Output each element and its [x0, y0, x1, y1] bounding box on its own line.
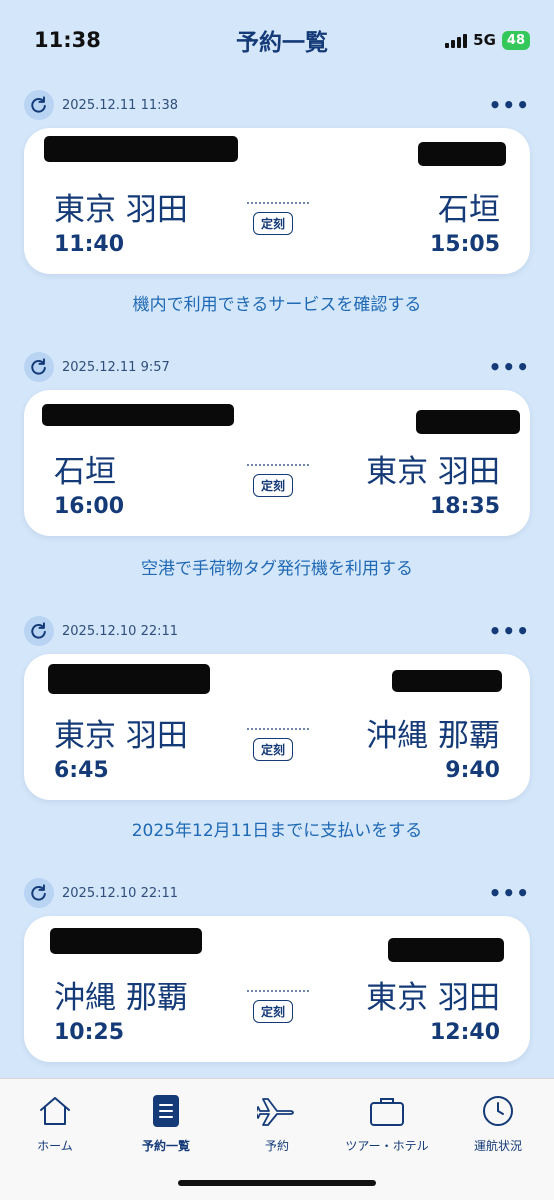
- arrival-city: 石垣: [438, 192, 500, 228]
- tab-label: 運航状況: [473, 1139, 522, 1153]
- reservation-timestamp: 2025.12.11 11:38: [62, 97, 179, 113]
- home-icon: [0, 1091, 110, 1131]
- status-indicators: 5G 48: [410, 30, 530, 50]
- status-badge: 定刻: [253, 738, 294, 761]
- redacted-block: [48, 664, 210, 694]
- reservation-header: 2025.12.10 22:11 •••: [24, 614, 530, 648]
- page-title: 予約一覧: [236, 30, 328, 56]
- route-divider: [247, 202, 309, 204]
- more-options-icon[interactable]: •••: [489, 93, 530, 117]
- route-divider: [247, 728, 309, 730]
- flight-card[interactable]: 東京 羽田 定刻 沖縄 那覇 6:45 9:40: [24, 654, 530, 800]
- action-link[interactable]: 空港で手荷物タグ発行機を利用する: [0, 554, 554, 579]
- signal-icon: [445, 32, 468, 48]
- redacted-block: [44, 136, 238, 162]
- departure-city: 東京 羽田: [54, 192, 188, 228]
- refresh-icon[interactable]: [24, 878, 54, 908]
- departure-city: 石垣: [54, 454, 116, 490]
- more-options-icon[interactable]: •••: [489, 619, 530, 643]
- network-type: 5G: [473, 31, 496, 49]
- reservation-timestamp: 2025.12.11 9:57: [62, 359, 170, 375]
- reservation-header: 2025.12.11 9:57 •••: [24, 350, 530, 384]
- refresh-icon[interactable]: [24, 352, 54, 382]
- action-link[interactable]: 2025年12月11日までに支払いをする: [0, 816, 554, 841]
- refresh-icon[interactable]: [24, 616, 54, 646]
- tab-flight-status[interactable]: 運航状況: [443, 1091, 553, 1154]
- battery-icon: 48: [501, 30, 530, 50]
- arrival-city: 沖縄 那覇: [366, 718, 500, 754]
- redacted-block: [392, 670, 502, 692]
- tab-tour-hotel[interactable]: ツアー・ホテル: [332, 1091, 442, 1154]
- redacted-block: [388, 938, 504, 962]
- departure-time: 16:00: [54, 494, 125, 519]
- departure-time: 6:45: [54, 758, 109, 783]
- redacted-block: [42, 404, 234, 426]
- arrival-city: 東京 羽田: [366, 980, 500, 1016]
- departure-time: 11:40: [54, 232, 125, 257]
- departure-time: 10:25: [54, 1020, 125, 1045]
- tab-label: ホーム: [37, 1139, 73, 1153]
- flight-card[interactable]: 東京 羽田 定刻 石垣 11:40 15:05: [24, 128, 530, 274]
- airplane-icon: [222, 1091, 332, 1131]
- reservation-timestamp: 2025.12.10 22:11: [62, 885, 179, 901]
- suitcase-icon: [332, 1091, 442, 1131]
- redacted-block: [416, 410, 520, 434]
- refresh-icon[interactable]: [24, 90, 54, 120]
- tab-label: 予約: [264, 1139, 289, 1153]
- list-icon: [111, 1091, 221, 1131]
- route-divider: [247, 464, 309, 466]
- status-time: 11:38: [34, 28, 101, 52]
- status-badge: 定刻: [253, 212, 294, 235]
- arrival-city: 東京 羽田: [366, 454, 500, 490]
- reservation-timestamp: 2025.12.10 22:11: [62, 623, 179, 639]
- arrival-time: 9:40: [445, 758, 500, 783]
- departure-city: 沖縄 那覇: [54, 980, 188, 1016]
- status-badge: 定刻: [253, 474, 294, 497]
- tab-label: ツアー・ホテル: [345, 1139, 429, 1153]
- redacted-block: [50, 928, 202, 954]
- more-options-icon[interactable]: •••: [489, 355, 530, 379]
- arrival-time: 15:05: [429, 232, 500, 257]
- flight-card[interactable]: 沖縄 那覇 定刻 東京 羽田 10:25 12:40: [24, 916, 530, 1062]
- route-divider: [247, 990, 309, 992]
- status-bar: 11:38 予約一覧 5G 48: [0, 0, 554, 80]
- arrival-time: 12:40: [429, 1020, 500, 1045]
- tab-label: 予約一覧: [141, 1139, 190, 1153]
- tab-book[interactable]: 予約: [222, 1091, 332, 1154]
- arrival-time: 18:35: [429, 494, 500, 519]
- status-badge: 定刻: [253, 1000, 294, 1023]
- redacted-block: [418, 142, 506, 166]
- more-options-icon[interactable]: •••: [489, 881, 530, 905]
- reservation-header: 2025.12.11 11:38 •••: [24, 88, 530, 122]
- tab-reservation-list[interactable]: 予約一覧: [111, 1091, 221, 1154]
- reservation-header: 2025.12.10 22:11 •••: [24, 876, 530, 910]
- departure-city: 東京 羽田: [54, 718, 188, 754]
- flight-card[interactable]: 石垣 定刻 東京 羽田 16:00 18:35: [24, 390, 530, 536]
- home-indicator[interactable]: [178, 1180, 376, 1186]
- action-link[interactable]: 機内で利用できるサービスを確認する: [0, 290, 554, 315]
- tab-home[interactable]: ホーム: [0, 1091, 110, 1154]
- clock-icon: [443, 1091, 553, 1131]
